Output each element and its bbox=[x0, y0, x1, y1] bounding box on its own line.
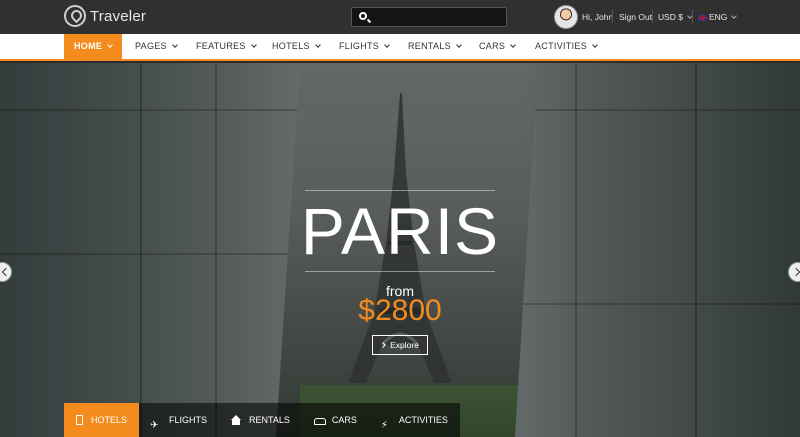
nav-item-hotels[interactable]: HOTELS bbox=[272, 34, 321, 59]
sign-out-link[interactable]: Sign Out bbox=[619, 12, 652, 22]
tab-rentals[interactable]: RENTALS bbox=[219, 403, 302, 437]
nav-item-flights[interactable]: FLIGHTS bbox=[339, 34, 390, 59]
user-menu[interactable]: Hi, John bbox=[554, 5, 613, 29]
chevron-down-icon bbox=[510, 42, 517, 48]
divider bbox=[612, 10, 613, 23]
search-input[interactable] bbox=[374, 9, 502, 25]
chevron-down-icon bbox=[592, 42, 598, 48]
search-icon bbox=[359, 12, 367, 20]
tab-hotels[interactable]: HOTELS bbox=[64, 403, 140, 437]
nav-item-rentals[interactable]: RENTALS bbox=[408, 34, 462, 59]
uk-flag-icon bbox=[698, 14, 707, 21]
chevron-down-icon bbox=[314, 42, 321, 48]
nav-item-label: ACTIVITIES bbox=[535, 41, 588, 51]
search-box[interactable] bbox=[351, 7, 507, 27]
avatar[interactable] bbox=[554, 5, 578, 29]
nav-item-cars[interactable]: CARS bbox=[479, 34, 517, 59]
nav-item-label: PAGES bbox=[135, 41, 167, 51]
nav-item-activities[interactable]: ACTIVITIES bbox=[535, 34, 598, 59]
hotel-icon bbox=[76, 415, 83, 425]
explore-button[interactable]: Explore bbox=[372, 335, 428, 355]
hero-slider: PARIS from $2800 Explore HOTELS FLIGHTS … bbox=[0, 63, 800, 437]
divider bbox=[652, 10, 653, 23]
tab-label: FLIGHTS bbox=[169, 415, 208, 425]
hero-price: $2800 bbox=[358, 294, 442, 327]
hero-title: PARIS bbox=[300, 194, 500, 268]
user-greeting: Hi, John bbox=[582, 12, 614, 22]
nav-item-label: HOME bbox=[74, 41, 103, 51]
plane-icon bbox=[150, 409, 161, 437]
nav-item-label: RENTALS bbox=[408, 41, 451, 51]
chevron-right-icon bbox=[380, 342, 386, 348]
nav-item-pages[interactable]: PAGES bbox=[135, 34, 178, 59]
divider bbox=[692, 10, 693, 23]
tab-label: ACTIVITIES bbox=[398, 415, 448, 425]
divider bbox=[305, 271, 495, 272]
logo-icon bbox=[64, 5, 86, 27]
chevron-down-icon bbox=[731, 13, 738, 19]
tab-label: CARS bbox=[331, 415, 357, 425]
tab-activities[interactable]: ACTIVITIES bbox=[368, 403, 460, 437]
tab-label: RENTALS bbox=[249, 415, 290, 425]
nav-item-label: FEATURES bbox=[196, 41, 246, 51]
chevron-down-icon bbox=[384, 42, 390, 48]
tab-label: HOTELS bbox=[91, 415, 128, 425]
brand-name: Traveler bbox=[90, 7, 147, 25]
currency-select[interactable]: USD $ bbox=[658, 12, 693, 22]
language-label: ENG bbox=[709, 12, 728, 22]
nav-item-label: FLIGHTS bbox=[339, 41, 380, 51]
tab-flights[interactable]: FLIGHTS bbox=[139, 403, 220, 437]
home-icon bbox=[231, 415, 242, 425]
nav-item-home[interactable]: HOME bbox=[64, 34, 123, 59]
chevron-down-icon bbox=[172, 42, 178, 48]
nav-item-features[interactable]: FEATURES bbox=[196, 34, 257, 59]
top-bar: Traveler Hi, John Sign Out USD $ ENG bbox=[0, 0, 800, 34]
car-icon bbox=[313, 415, 326, 425]
logo[interactable]: Traveler bbox=[64, 5, 146, 27]
search-tabs: HOTELS FLIGHTS RENTALS CARS ACTIVITIES bbox=[64, 403, 460, 437]
nav-item-label: CARS bbox=[479, 41, 506, 51]
bolt-icon bbox=[381, 409, 391, 437]
chevron-down-icon bbox=[250, 42, 257, 48]
tab-cars[interactable]: CARS bbox=[301, 403, 369, 437]
nav-item-label: HOTELS bbox=[272, 41, 310, 51]
main-nav: HOME PAGES FEATURES HOTELS FLIGHTS RENTA… bbox=[0, 34, 800, 61]
explore-label: Explore bbox=[390, 340, 419, 350]
currency-label: USD $ bbox=[658, 12, 684, 22]
chevron-down-icon bbox=[456, 42, 462, 48]
divider bbox=[305, 190, 495, 191]
language-select[interactable]: ENG bbox=[698, 12, 738, 22]
chevron-down-icon bbox=[107, 42, 114, 48]
